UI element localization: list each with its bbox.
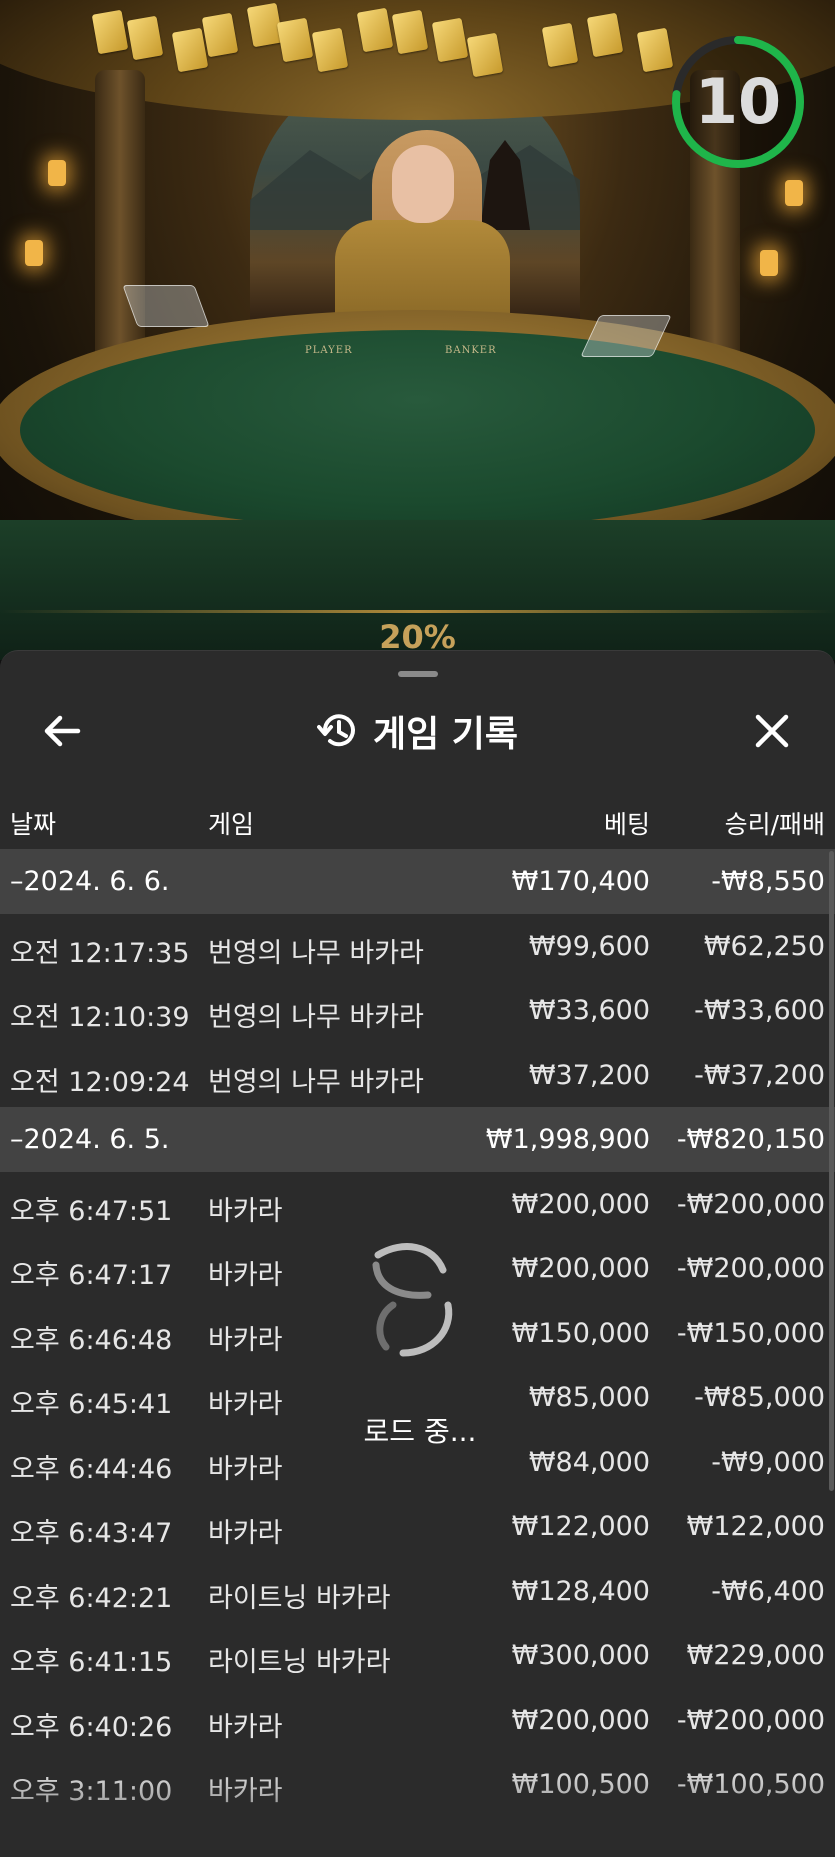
row-date: –2024. 6. 6. [10,866,170,897]
column-header-date: 날짜 [10,810,57,839]
row-date: –2024. 6. 5. [10,1124,170,1155]
table-header: 날짜 게임 베팅 승리/패배 [0,791,835,849]
history-row[interactable]: 오후 6:41:15 라이트닝 바카라 ₩300,000 ₩229,000 [0,1623,835,1688]
row-date: 오후 6:41:15 [10,1647,173,1678]
row-result: -₩37,200 [694,1059,825,1091]
row-bet: ₩37,200 [528,1059,650,1091]
row-result: ₩229,000 [686,1640,825,1671]
history-row[interactable]: 오후 6:43:47 바카라 ₩122,000 ₩122,000 [0,1494,835,1559]
date-group-row: –2024. 6. 6. ₩170,400 -₩8,550 [0,849,835,914]
history-row[interactable]: 오전 12:17:35 번영의 나무 바카라 ₩99,600 ₩62,250 [0,914,835,979]
panel-header: 게임 기록 [0,651,835,801]
row-date: 오후 6:47:17 [10,1260,173,1291]
row-bet: ₩84,000 [528,1446,650,1478]
row-game: 번영의 나무 바카라 [208,937,424,969]
row-result: -₩150,000 [676,1317,825,1349]
row-bet: ₩150,000 [511,1317,650,1349]
row-game: 바카라 [208,1324,283,1356]
row-result: -₩820,150 [676,1124,825,1155]
row-date: 오전 12:09:24 [10,1066,190,1098]
row-date: 오후 6:46:48 [10,1324,173,1356]
panel-title-group: 게임 기록 [0,701,835,761]
row-result: -₩6,400 [711,1575,825,1607]
row-result: -₩33,600 [694,995,825,1026]
row-game: 바카라 [208,1389,283,1420]
column-header-result: 승리/패배 [724,810,825,839]
row-date: 오후 6:44:46 [10,1453,173,1485]
row-date: 오후 6:43:47 [10,1518,173,1549]
lantern [25,240,43,266]
scrollbar[interactable] [829,851,834,1491]
history-row[interactable]: 오후 3:11:00 바카라 ₩100,500 -₩100,500 [0,1752,835,1817]
live-video-feed: PLAYER BANKER 20% 10 [0,0,835,660]
divider [0,610,835,613]
banker-area-label: BANKER [445,345,497,356]
row-result: -₩85,000 [694,1382,825,1413]
row-bet: ₩170,400 [511,866,650,897]
card-shoe [122,285,210,327]
row-bet: ₩200,000 [511,1253,650,1284]
row-game: 바카라 [208,1711,283,1743]
row-game: 바카라 [208,1518,283,1549]
countdown-timer: 10 [694,65,782,138]
row-bet: ₩122,000 [511,1511,650,1542]
page-title: 게임 기록 [372,714,518,755]
row-bet: ₩33,600 [528,995,650,1026]
row-result: -₩200,000 [676,1704,825,1736]
lantern [785,180,803,206]
row-game: 바카라 [208,1453,283,1485]
dealer-face [392,145,454,223]
row-bet: ₩85,000 [528,1382,650,1413]
history-row[interactable]: 오전 12:09:24 번영의 나무 바카라 ₩37,200 -₩37,200 [0,1043,835,1108]
row-result: ₩62,250 [703,930,825,962]
table-felt [20,330,815,530]
row-game: 라이트닝 바카라 [208,1582,391,1614]
row-game: 바카라 [208,1195,283,1227]
row-bet: ₩100,500 [511,1769,650,1800]
row-date: 오전 12:17:35 [10,937,190,969]
row-bet: ₩200,000 [511,1704,650,1736]
row-result: -₩9,000 [711,1446,825,1478]
row-bet: ₩99,600 [528,930,650,962]
row-result: -₩8,550 [711,866,825,897]
row-bet: ₩128,400 [511,1575,650,1607]
row-result: -₩200,000 [676,1188,825,1220]
row-date: 오후 6:40:26 [10,1711,173,1743]
row-game: 라이트닝 바카라 [208,1647,391,1678]
row-game: 번영의 나무 바카라 [208,1066,424,1098]
row-game: 번영의 나무 바카라 [208,1002,424,1033]
history-icon [316,714,355,747]
row-date: 오후 6:45:41 [10,1389,173,1420]
row-date: 오후 3:11:00 [10,1776,173,1807]
row-date: 오후 6:42:21 [10,1582,173,1614]
row-date: 오후 6:47:51 [10,1195,173,1227]
row-bet: ₩200,000 [511,1188,650,1220]
row-bet: ₩300,000 [511,1640,650,1671]
player-area-label: PLAYER [305,345,353,356]
column-header-bet: 베팅 [603,810,650,839]
row-date: 오전 12:10:39 [10,1002,190,1033]
lantern [760,250,778,276]
history-row[interactable]: 오후 6:42:21 라이트닝 바카라 ₩128,400 -₩6,400 [0,1559,835,1624]
history-row[interactable]: 오후 6:47:51 바카라 ₩200,000 -₩200,000 [0,1172,835,1237]
loading-spinner-icon [372,1243,453,1357]
row-game: 바카라 [208,1776,283,1807]
close-button[interactable] [742,701,802,761]
history-row[interactable]: 오후 6:40:26 바카라 ₩200,000 -₩200,000 [0,1688,835,1753]
date-group-row: –2024. 6. 5. ₩1,998,900 -₩820,150 [0,1107,835,1172]
column-header-game: 게임 [208,810,255,839]
row-bet: ₩1,998,900 [485,1124,650,1155]
row-result: ₩122,000 [686,1511,825,1542]
lantern [48,160,66,186]
row-game: 바카라 [208,1260,283,1291]
row-result: -₩100,500 [676,1769,825,1800]
history-row[interactable]: 오전 12:10:39 번영의 나무 바카라 ₩33,600 -₩33,600 [0,978,835,1043]
close-icon [755,714,789,748]
loading-text: 로드 중... [363,1415,477,1448]
row-result: -₩200,000 [676,1253,825,1284]
